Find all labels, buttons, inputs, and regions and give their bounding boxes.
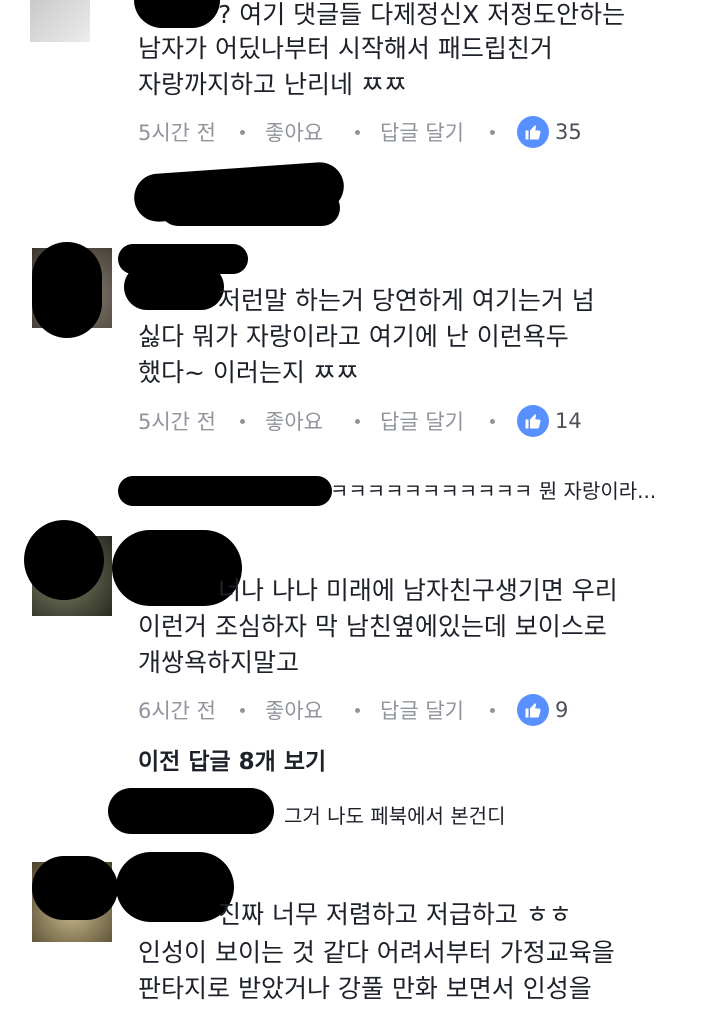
reply-button[interactable]: 답글 달기 [380, 695, 490, 725]
separator-dot [490, 418, 495, 424]
comment-line: ? 여기 댓글들 다제정신X 저정도안하는 [218, 0, 626, 29]
comment-text: 이런거 조심하자 막 남친옆에있는데 보이스로 [138, 608, 607, 646]
comment-line: 자랑까지하고 난리네 ㅉㅉ [138, 70, 407, 99]
comment-line: 싫다 뭐가 자랑이라고 여기에 난 이런욕두 [138, 322, 569, 351]
comment-text: 진짜 너무 저렴하고 저급하고 ㅎㅎ [218, 896, 572, 934]
thumbs-up-icon[interactable] [517, 405, 549, 437]
comment-text: 저런말 하는거 당연하게 여기는거 넘 [218, 282, 595, 320]
comment-line: 너나 나나 미래에 남자친구생기면 우리 [218, 576, 618, 605]
like-count[interactable]: 35 [555, 120, 582, 144]
comment-meta: 5시간 전 좋아요 답글 달기 35 [138, 114, 582, 150]
comment-line: 판타지로 받았거나 강풀 만화 보면서 인성을 [138, 974, 592, 1003]
thumbs-up-icon[interactable] [517, 694, 549, 726]
separator-dot [490, 707, 495, 713]
comment-text: 싫다 뭐가 자랑이라고 여기에 난 이런욕두 [138, 318, 569, 356]
like-count[interactable]: 9 [555, 698, 568, 722]
comment-text: 개쌍욕하지말고 [138, 644, 299, 682]
comment-meta: 6시간 전 좋아요 답글 달기 9 [138, 692, 568, 728]
comment-line: 저런말 하는거 당연하게 여기는거 넘 [218, 286, 595, 315]
comment-line: 진짜 너무 저렴하고 저급하고 ㅎㅎ [218, 900, 572, 929]
redacted-name [116, 852, 234, 922]
separator-dot [240, 129, 245, 135]
comment-text: 인성이 보이는 것 같다 어려서부터 가정교육을 [138, 934, 615, 972]
like-button[interactable]: 좋아요 [265, 406, 355, 436]
separator-dot [355, 418, 360, 424]
timestamp: 5시간 전 [138, 410, 216, 434]
comment-line: 남자가 어딨나부터 시작해서 패드립친거 [138, 34, 553, 63]
separator-dot [355, 129, 360, 135]
comment-line: 인성이 보이는 것 같다 어려서부터 가정교육을 [138, 938, 615, 967]
comment-text: 판타지로 받았거나 강풀 만화 보면서 인성을 [138, 970, 592, 1008]
separator-dot [490, 129, 495, 135]
avatar[interactable] [30, 0, 90, 42]
reply-button[interactable]: 답글 달기 [380, 117, 490, 147]
like-count[interactable]: 14 [555, 409, 582, 433]
redacted-name [118, 476, 332, 506]
comment-line: 개쌍욕하지말고 [138, 648, 300, 677]
reply-preview-text: ㅋㅋㅋㅋㅋㅋㅋㅋㅋㅋㅋ 뭔 자랑이라... [330, 479, 657, 503]
comment-text: 남자가 어딨나부터 시작해서 패드립친거 [138, 30, 553, 68]
comment-text: ? 여기 댓글들 다제정신X 저정도안하는 [218, 0, 625, 34]
separator-dot [240, 707, 245, 713]
like-button[interactable]: 좋아요 [265, 695, 355, 725]
comment-line: 이런거 조심하자 막 남친옆에있는데 보이스로 [138, 612, 607, 641]
reply-preview-text: 그거 나도 페북에서 본건디 [284, 804, 506, 828]
comment-text: 너나 나나 미래에 남자친구생기면 우리 [218, 572, 618, 610]
comment-text: 했다~ 이러는지 ㅉㅉ [138, 354, 359, 392]
redacted-avatar [24, 520, 104, 600]
separator-dot [355, 707, 360, 713]
reply-button[interactable]: 답글 달기 [380, 406, 490, 436]
timestamp: 5시간 전 [138, 121, 216, 145]
separator-dot [240, 418, 245, 424]
comment-line: 했다~ 이러는지 ㅉㅉ [138, 358, 359, 387]
redacted-avatar [32, 242, 102, 338]
thumbs-up-icon[interactable] [517, 116, 549, 148]
redacted-name [134, 0, 220, 28]
reply-preview[interactable]: ㅋㅋㅋㅋㅋㅋㅋㅋㅋㅋㅋ 뭔 자랑이라... [330, 476, 656, 506]
like-button[interactable]: 좋아요 [265, 117, 355, 147]
view-previous-replies-link[interactable]: 이전 답글 8개 보기 [138, 744, 326, 780]
comment-meta: 5시간 전 좋아요 답글 달기 14 [138, 403, 582, 439]
redacted-content [160, 190, 340, 226]
redacted-name [124, 264, 224, 310]
redacted-avatar [32, 856, 118, 920]
redacted-name [108, 788, 274, 834]
comment-text: 자랑까지하고 난리네 ㅉㅉ [138, 66, 407, 104]
timestamp: 6시간 전 [138, 699, 216, 723]
reply-preview[interactable]: 그거 나도 페북에서 본건디 [284, 801, 505, 831]
